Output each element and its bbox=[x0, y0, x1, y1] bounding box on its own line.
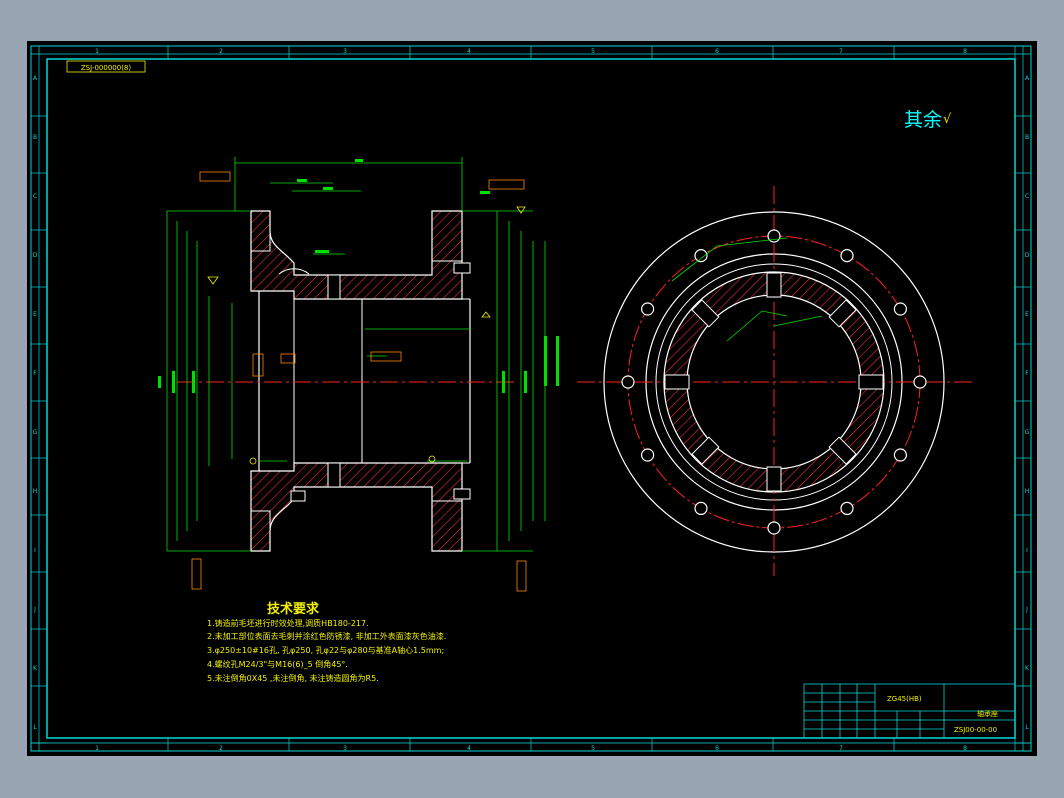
border-letter: K bbox=[33, 665, 38, 672]
tech-req-item-5: 5.未注倒角0X45 ,未注倒角, 未注铸造圆角为R5. bbox=[207, 673, 379, 683]
border-letter: D bbox=[33, 252, 38, 259]
border-letter: E bbox=[1025, 311, 1029, 318]
border-letter: A bbox=[1025, 75, 1030, 82]
bolt-hole bbox=[640, 448, 655, 462]
section-view bbox=[177, 210, 517, 552]
border-letter: K bbox=[1025, 665, 1030, 672]
section-upper-wall bbox=[250, 210, 463, 300]
border-number: 6 bbox=[715, 745, 719, 752]
title-block-part-label: 轴承座 bbox=[977, 709, 998, 718]
bolt-hole bbox=[913, 375, 927, 389]
border-letter: L bbox=[1025, 724, 1029, 731]
roughness-text: 其余 bbox=[904, 109, 942, 131]
bolt-hole bbox=[840, 249, 854, 263]
bolt-hole bbox=[767, 521, 781, 535]
tech-req-item-3: 3.φ250±10#16孔, 孔φ250, 孔φ22与φ280与基准A轴心1.5… bbox=[207, 645, 444, 655]
front-view bbox=[577, 186, 972, 576]
technical-requirements: 技术要求 1.铸造前毛坯进行时效处理,调质HB180-217. 2.未加工部位表… bbox=[207, 601, 446, 683]
border-number: 4 bbox=[467, 48, 471, 55]
section-dimensions bbox=[166, 157, 546, 552]
border-letter: G bbox=[33, 429, 38, 436]
border-number: 8 bbox=[963, 745, 967, 752]
border-number: 7 bbox=[839, 48, 843, 55]
border-number: 7 bbox=[839, 745, 843, 752]
border-letter: F bbox=[1025, 370, 1029, 377]
drawing-canvas: 1 1 2 2 3 3 4 4 5 5 6 6 7 7 8 8 A A B B C C D D E E F F G G H H I I J J K K L L… bbox=[30, 45, 1032, 752]
border-letter: G bbox=[1025, 429, 1030, 436]
border-letter: E bbox=[33, 311, 37, 318]
border-letter: C bbox=[1025, 193, 1029, 200]
border-letter: H bbox=[33, 488, 38, 495]
border-letter: B bbox=[1025, 134, 1029, 141]
border-number: 5 bbox=[591, 48, 595, 55]
tech-req-item-2: 2.未加工部位表面去毛刺并涂红色防锈漆, 非加工外表面漆灰色油漆. bbox=[207, 631, 446, 641]
border-letter: C bbox=[33, 193, 37, 200]
radial-slot bbox=[664, 374, 690, 390]
border-letter: F bbox=[33, 370, 37, 377]
border-letter: D bbox=[1025, 252, 1030, 259]
title-block-material: ZG45(HB) bbox=[887, 695, 922, 703]
border-letter: H bbox=[1025, 488, 1030, 495]
border-letter: A bbox=[33, 75, 38, 82]
tech-req-item-1: 1.铸造前毛坯进行时效处理,调质HB180-217. bbox=[207, 618, 369, 628]
border-number: 1 bbox=[95, 48, 99, 55]
radial-slot bbox=[858, 374, 884, 390]
bolt-hole bbox=[640, 302, 655, 316]
bolt-hole bbox=[893, 448, 908, 462]
border-letter: I bbox=[1026, 547, 1028, 554]
tech-req-title: 技术要求 bbox=[267, 601, 320, 617]
border-number: 8 bbox=[963, 48, 967, 55]
bolt-hole bbox=[893, 302, 908, 316]
top-left-code-box: ZSJ-000000(8) bbox=[66, 60, 146, 73]
border-letter: I bbox=[34, 547, 36, 554]
radial-slot bbox=[766, 272, 782, 298]
bolt-hole bbox=[694, 501, 708, 515]
border-number: 2 bbox=[219, 48, 223, 55]
top-left-code: ZSJ-000000(8) bbox=[81, 64, 131, 72]
border-number: 4 bbox=[467, 745, 471, 752]
border-number: 3 bbox=[343, 48, 347, 55]
border-letter: J bbox=[1025, 606, 1028, 613]
border-letter: J bbox=[33, 606, 36, 613]
border-letter: L bbox=[33, 724, 37, 731]
bolt-hole bbox=[840, 501, 854, 515]
border-number: 3 bbox=[343, 745, 347, 752]
border-number: 2 bbox=[219, 745, 223, 752]
radial-slot bbox=[766, 466, 782, 492]
border-number: 1 bbox=[95, 745, 99, 752]
tech-req-item-4: 4.螺纹孔M24/3"与M16(6)_5 倒角45°. bbox=[207, 659, 348, 669]
border-number: 6 bbox=[715, 48, 719, 55]
bolt-hole bbox=[621, 375, 635, 389]
roughness-symbol: √ bbox=[943, 112, 952, 127]
section-lower-wall bbox=[250, 462, 463, 552]
border-letter: B bbox=[33, 134, 37, 141]
title-block-drawing-no: ZSJ00-00-00 bbox=[954, 726, 997, 734]
drawing-viewport[interactable]: 1 1 2 2 3 3 4 4 5 5 6 6 7 7 8 8 A A B B C C D D E E F F G G H H I I J J K K L L… bbox=[27, 41, 1037, 756]
border-number: 5 bbox=[591, 745, 595, 752]
